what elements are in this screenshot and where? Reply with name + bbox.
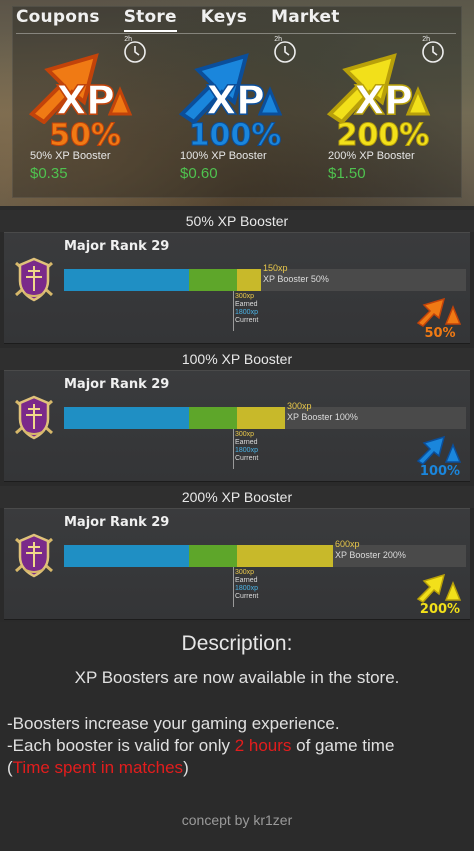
earned-xp-segment (189, 269, 237, 291)
bonus-xp-segment (237, 407, 285, 429)
marker-line (233, 429, 234, 469)
rank-card: Major Rank 29 300xp XP Booster 100% 300x… (4, 370, 470, 482)
rank-name: Major Rank 29 (64, 239, 170, 254)
bullet-2-tail: of game time (291, 736, 395, 755)
earned-xp-value: 300xp (235, 569, 255, 576)
item-name: 50% XP Booster (30, 150, 111, 162)
item-price: $0.35 (30, 165, 68, 182)
credit-text: concept by kr1zer (181, 812, 293, 828)
description-intro: XP Boosters are now available in the sto… (74, 668, 400, 687)
description-panel: Description: XP Boosters are now availab… (0, 622, 474, 851)
arrow-icon (416, 297, 462, 327)
bonus-xp-value: 300xp (287, 401, 312, 411)
earned-xp-label: Earned (235, 577, 258, 584)
mini-booster-badge: 200% (416, 573, 464, 617)
current-xp-value: 1800xp (235, 585, 258, 592)
store-item-50[interactable]: 2h XP 50% 50% XP Booster $0.35 (14, 36, 154, 198)
bonus-xp-label: XP Booster 200% (335, 550, 406, 560)
tab-coupons[interactable]: Coupons (16, 7, 100, 32)
rank-card: Major Rank 29 150xp XP Booster 50% 300xp… (4, 232, 470, 344)
bonus-xp-segment (237, 545, 333, 567)
item-price: $1.50 (328, 165, 366, 182)
bonus-xp-value: 150xp (263, 263, 288, 273)
current-xp-segment (64, 545, 189, 567)
xp-breakdown: 300xp Earned 1800xp Current (235, 293, 258, 325)
bullet-3-close: ) (183, 758, 189, 777)
tab-bar: Coupons Store Keys Market (16, 7, 364, 32)
arrow-icon (416, 435, 462, 465)
description-bullet-2: -Each booster is valid for only 2 hours … (7, 736, 394, 756)
xp-breakdown: 300xp Earned 1800xp Current (235, 569, 258, 601)
percent-text: 200% (336, 118, 430, 154)
rank-name: Major Rank 29 (64, 515, 170, 530)
xp-booster-badge: XP 200% (324, 44, 442, 156)
store-panel: Coupons Store Keys Market 2h XP 50% 50% … (0, 0, 474, 206)
bullet-3-highlight: Time spent in matches (12, 758, 184, 777)
earned-xp-segment (189, 407, 237, 429)
mini-booster-badge: 100% (416, 435, 464, 479)
earned-xp-segment (189, 545, 237, 567)
rank-shield-icon (15, 395, 53, 440)
tab-divider (16, 33, 456, 34)
rank-name: Major Rank 29 (64, 377, 170, 392)
marker-line (233, 567, 234, 607)
booster-percent: 100% (419, 464, 461, 479)
section-title: 100% XP Booster (0, 348, 474, 370)
marker-line (233, 291, 234, 331)
current-xp-segment (64, 269, 189, 291)
bonus-xp-label: XP Booster 100% (287, 412, 358, 422)
item-price: $0.60 (180, 165, 218, 182)
tab-market[interactable]: Market (271, 7, 339, 32)
store-item-100[interactable]: 2h XP 100% 100% XP Booster $0.60 (164, 36, 304, 198)
item-name: 100% XP Booster (180, 150, 267, 162)
percent-text: 50% (49, 118, 122, 154)
booster-percent: 50% (424, 326, 456, 341)
item-name: 200% XP Booster (328, 150, 415, 162)
current-xp-label: Current (235, 317, 259, 324)
current-xp-segment (64, 407, 189, 429)
percent-text: 100% (188, 118, 282, 154)
current-xp-label: Current (235, 455, 259, 462)
tab-store[interactable]: Store (123, 7, 177, 32)
description-bullet-1: -Boosters increase your gaming experienc… (7, 714, 340, 733)
bonus-xp-segment (237, 269, 261, 291)
arrow-icon (416, 573, 462, 603)
rank-card: Major Rank 29 600xp XP Booster 200% 300x… (4, 508, 470, 620)
earned-xp-value: 300xp (235, 293, 255, 300)
earned-xp-label: Earned (235, 301, 258, 308)
xp-booster-badge: XP 100% (176, 44, 294, 156)
tab-keys[interactable]: Keys (201, 7, 247, 32)
current-xp-label: Current (235, 593, 259, 600)
bonus-xp-value: 600xp (335, 539, 360, 549)
xp-progress-bar (64, 407, 466, 429)
description-title: Description: (181, 632, 293, 655)
xp-breakdown: 300xp Earned 1800xp Current (235, 431, 258, 463)
section-title: 200% XP Booster (0, 486, 474, 508)
mini-booster-badge: 50% (416, 297, 464, 341)
description-bullet-3: (Time spent in matches) (7, 758, 189, 778)
bullet-2-text: -Each booster is valid for only (7, 736, 235, 755)
earned-xp-label: Earned (235, 439, 258, 446)
current-xp-value: 1800xp (235, 447, 258, 454)
rank-shield-icon (15, 257, 53, 302)
bonus-xp-label: XP Booster 50% (263, 274, 329, 284)
rank-shield-icon (15, 533, 53, 578)
bullet-2-highlight: 2 hours (234, 736, 292, 755)
earned-xp-value: 300xp (235, 431, 255, 438)
store-item-200[interactable]: 2h XP 200% 200% XP Booster $1.50 (312, 36, 452, 198)
current-xp-value: 1800xp (235, 309, 258, 316)
xp-booster-badge: XP 50% (26, 44, 144, 156)
booster-percent: 200% (419, 602, 461, 617)
section-title: 50% XP Booster (0, 210, 474, 232)
